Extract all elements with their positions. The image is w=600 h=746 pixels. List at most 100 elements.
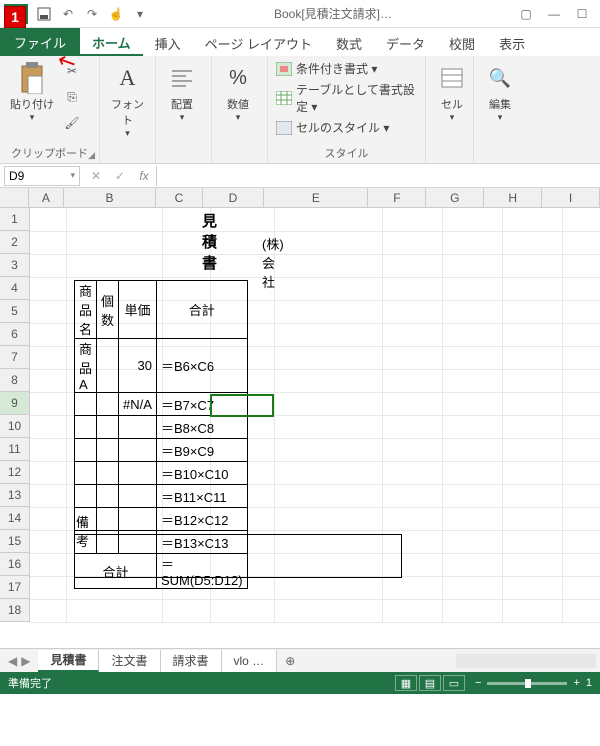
table-row[interactable]: 商品A30＝B6×C6 — [75, 339, 248, 393]
zoom-level[interactable]: 1 — [586, 677, 592, 689]
row-header-10[interactable]: 10 — [0, 415, 30, 438]
percent-icon: % — [222, 62, 254, 94]
row-header-3[interactable]: 3 — [0, 254, 30, 277]
table-row[interactable]: ＝B8×C8 — [75, 416, 248, 439]
tab-page-layout[interactable]: ページ レイアウト — [193, 30, 324, 56]
row-header-4[interactable]: 4 — [0, 277, 30, 300]
tab-view[interactable]: 表示 — [487, 30, 537, 56]
styles-group-label: スタイル — [276, 143, 417, 163]
row-header-13[interactable]: 13 — [0, 484, 30, 507]
col-header-E[interactable]: E — [264, 188, 368, 207]
cells-button[interactable]: セル▾ — [434, 60, 470, 125]
format-painter-icon[interactable]: 🖌 — [62, 112, 82, 134]
col-header-I[interactable]: I — [542, 188, 600, 207]
view-normal-icon[interactable]: ▦ — [395, 675, 417, 691]
col-header-G[interactable]: G — [426, 188, 484, 207]
sheet-nav-next-icon[interactable]: ▶ — [21, 654, 30, 668]
row-header-2[interactable]: 2 — [0, 231, 30, 254]
table-row[interactable]: ＝B11×C11 — [75, 485, 248, 508]
row-header-1[interactable]: 1 — [0, 208, 30, 231]
tab-data[interactable]: データ — [374, 30, 437, 56]
row-header-15[interactable]: 15 — [0, 530, 30, 553]
font-button[interactable]: Aフォント▾ — [108, 60, 147, 141]
company-name[interactable]: (株)会社 — [262, 234, 284, 291]
tab-home[interactable]: ホーム — [80, 30, 143, 56]
select-all-corner[interactable] — [0, 188, 29, 207]
header-qty[interactable]: 個数 — [97, 281, 119, 339]
tab-review[interactable]: 校閲 — [437, 30, 487, 56]
col-header-C[interactable]: C — [156, 188, 202, 207]
row-header-6[interactable]: 6 — [0, 323, 30, 346]
copy-icon[interactable]: ⎘ — [62, 86, 82, 108]
table-row[interactable]: ＝B12×C12 — [75, 508, 248, 531]
paste-button[interactable]: 貼り付け▾ — [8, 60, 56, 125]
table-row[interactable]: ＝B9×C9 — [75, 439, 248, 462]
row-header-11[interactable]: 11 — [0, 438, 30, 461]
col-header-F[interactable]: F — [368, 188, 426, 207]
cell-styles-button[interactable]: セルのスタイル ▾ — [276, 119, 417, 136]
zoom-in-icon[interactable]: + — [573, 677, 579, 689]
cond-format-icon — [276, 62, 292, 76]
minimize-icon[interactable]: — — [540, 4, 568, 24]
col-header-H[interactable]: H — [484, 188, 542, 207]
save-icon[interactable] — [34, 4, 54, 24]
sheet-tab-invoice[interactable]: 請求書 — [161, 650, 222, 672]
header-name[interactable]: 商品名 — [75, 281, 97, 339]
editing-button[interactable]: 🔍編集▾ — [482, 60, 518, 125]
dialog-launcher-icon[interactable]: ◢ — [88, 150, 95, 161]
number-group-label — [220, 159, 259, 163]
memo-box[interactable] — [74, 534, 402, 578]
sheet-tab-estimate[interactable]: 見積書 — [38, 650, 99, 672]
header-total[interactable]: 合計 — [156, 281, 247, 339]
zoom-out-icon[interactable]: − — [475, 677, 481, 689]
conditional-format-button[interactable]: 条件付き書式 ▾ — [276, 60, 417, 77]
status-ready: 準備完了 — [8, 675, 52, 691]
qat-dropdown-icon[interactable]: ▾ — [130, 4, 150, 24]
format-as-table-button[interactable]: テーブルとして書式設定 ▾ — [276, 81, 417, 115]
row-header-12[interactable]: 12 — [0, 461, 30, 484]
close-icon[interactable]: ☐ — [568, 4, 596, 24]
col-header-B[interactable]: B — [64, 188, 157, 207]
align-button[interactable]: 配置▾ — [164, 60, 200, 125]
editing-group-label — [482, 159, 514, 163]
tab-formulas[interactable]: 数式 — [324, 30, 374, 56]
row-header-7[interactable]: 7 — [0, 346, 30, 369]
row-header-16[interactable]: 16 — [0, 553, 30, 576]
cancel-formula-icon[interactable]: ✕ — [84, 169, 108, 183]
formula-input[interactable] — [156, 166, 600, 186]
row-header-8[interactable]: 8 — [0, 369, 30, 392]
touch-icon[interactable]: ☝ — [106, 4, 126, 24]
cells-group-label — [434, 159, 465, 163]
table-row[interactable]: ＝B10×C10 — [75, 462, 248, 485]
zoom-slider[interactable] — [487, 682, 567, 685]
fx-icon[interactable]: fx — [132, 169, 156, 183]
add-sheet-button[interactable]: ⊕ — [277, 654, 303, 668]
sheet-tab-vlo[interactable]: vlo … — [222, 650, 278, 672]
undo-icon[interactable]: ↶ — [58, 4, 78, 24]
sheet-tab-order[interactable]: 注文書 — [99, 650, 160, 672]
name-box[interactable]: D9▾ — [4, 166, 80, 186]
view-page-break-icon[interactable]: ▭ — [443, 675, 465, 691]
row-header-18[interactable]: 18 — [0, 599, 30, 622]
table-row[interactable]: #N/A＝B7×C7 — [75, 393, 248, 416]
font-icon: A — [112, 62, 144, 94]
ribbon-options-icon[interactable]: ▢ — [512, 4, 540, 24]
view-page-layout-icon[interactable]: ▤ — [419, 675, 441, 691]
sheet-title[interactable]: 見積書 — [202, 210, 217, 273]
col-header-A[interactable]: A — [29, 188, 64, 207]
header-price[interactable]: 単価 — [119, 281, 157, 339]
row-header-9[interactable]: 9 — [0, 392, 30, 415]
tab-insert[interactable]: 挿入 — [143, 30, 193, 56]
align-icon — [166, 62, 198, 94]
redo-icon[interactable]: ↷ — [82, 4, 102, 24]
row-header-14[interactable]: 14 — [0, 507, 30, 530]
sheet-nav-prev-icon[interactable]: ◀ — [8, 654, 17, 668]
enter-formula-icon[interactable]: ✓ — [108, 169, 132, 183]
number-button[interactable]: %数値▾ — [220, 60, 256, 125]
horizontal-scrollbar[interactable] — [456, 654, 596, 668]
row-header-17[interactable]: 17 — [0, 576, 30, 599]
col-header-D[interactable]: D — [203, 188, 265, 207]
align-group-label — [164, 159, 203, 163]
row-header-5[interactable]: 5 — [0, 300, 30, 323]
font-group-label — [108, 159, 147, 163]
